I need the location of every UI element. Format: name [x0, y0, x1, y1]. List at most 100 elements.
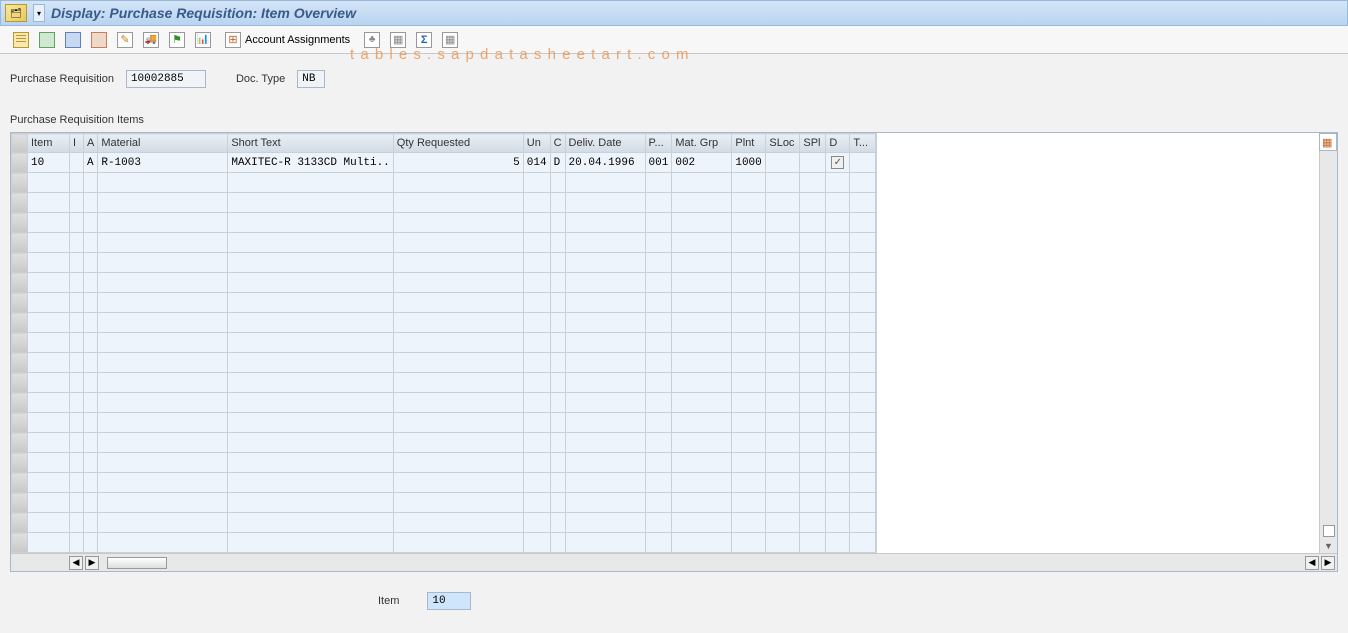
- cell-a: [84, 273, 98, 293]
- col-t[interactable]: T...: [850, 134, 876, 153]
- row-selector[interactable]: [12, 333, 28, 353]
- footer-item-input[interactable]: [427, 592, 471, 610]
- row-selector[interactable]: [12, 173, 28, 193]
- row-selector[interactable]: [12, 313, 28, 333]
- scroll-right-button[interactable]: ▶: [85, 556, 99, 570]
- col-d[interactable]: D: [826, 134, 850, 153]
- col-un[interactable]: Un: [523, 134, 550, 153]
- text-button[interactable]: [439, 30, 461, 50]
- row-selector[interactable]: [12, 253, 28, 273]
- table-row[interactable]: [12, 253, 876, 273]
- scroll-thumb[interactable]: [1323, 525, 1335, 537]
- cell-short-text: [228, 233, 393, 253]
- col-c[interactable]: C: [550, 134, 565, 153]
- pr-number-input[interactable]: [126, 70, 206, 88]
- table-row[interactable]: [12, 333, 876, 353]
- col-item[interactable]: Item: [28, 134, 70, 153]
- cell-d: [826, 193, 850, 213]
- row-selector[interactable]: [12, 293, 28, 313]
- cell-un: [523, 413, 550, 433]
- col-plnt[interactable]: Plnt: [732, 134, 766, 153]
- cell-material: [98, 173, 228, 193]
- scroll-left-end-button[interactable]: ◀: [1305, 556, 1319, 570]
- change-button[interactable]: [114, 30, 136, 50]
- col-deliv-date[interactable]: Deliv. Date: [565, 134, 645, 153]
- col-sloc[interactable]: SLoc: [766, 134, 800, 153]
- cell-d: [826, 213, 850, 233]
- checkbox-icon[interactable]: ✓: [831, 156, 844, 169]
- row-selector[interactable]: [12, 433, 28, 453]
- table-row[interactable]: [12, 233, 876, 253]
- cell-material: [98, 453, 228, 473]
- cell-c: D: [550, 153, 565, 173]
- scroll-left-button[interactable]: ◀: [69, 556, 83, 570]
- scroll-down-icon[interactable]: ▼: [1324, 541, 1333, 551]
- delivery-button[interactable]: [140, 30, 162, 50]
- cell-item: 10: [28, 153, 70, 173]
- statistics-button[interactable]: [192, 30, 214, 50]
- table-row[interactable]: [12, 493, 876, 513]
- account-assignments-button[interactable]: Account Assignments: [218, 30, 357, 50]
- titlebar-dropdown[interactable]: ▾: [33, 4, 45, 22]
- row-selector[interactable]: [12, 233, 28, 253]
- row-selector[interactable]: [12, 393, 28, 413]
- col-mat-grp[interactable]: Mat. Grp: [672, 134, 732, 153]
- col-short-text[interactable]: Short Text: [228, 134, 393, 153]
- table-row[interactable]: [12, 453, 876, 473]
- table-row[interactable]: [12, 433, 876, 453]
- col-spl[interactable]: SPl: [800, 134, 826, 153]
- table-row[interactable]: [12, 533, 876, 553]
- row-selector[interactable]: [12, 533, 28, 553]
- row-selector[interactable]: [12, 493, 28, 513]
- services-button[interactable]: [413, 30, 435, 50]
- row-selector[interactable]: [12, 413, 28, 433]
- row-selector[interactable]: [12, 473, 28, 493]
- details-button[interactable]: [10, 30, 32, 50]
- table-row[interactable]: [12, 173, 876, 193]
- row-selector[interactable]: [12, 273, 28, 293]
- cell-c: [550, 173, 565, 193]
- cell-spl: [800, 233, 826, 253]
- col-material[interactable]: Material: [98, 134, 228, 153]
- row-selector[interactable]: [12, 513, 28, 533]
- hscroll-thumb[interactable]: [107, 557, 167, 569]
- col-i[interactable]: I: [70, 134, 84, 153]
- col-qty[interactable]: Qty Requested: [393, 134, 523, 153]
- table-row[interactable]: [12, 313, 876, 333]
- table-row[interactable]: [12, 393, 876, 413]
- horizontal-scrollbar[interactable]: ◀ ▶ ◀ ▶: [11, 553, 1337, 571]
- table-row[interactable]: [12, 353, 876, 373]
- row-selector[interactable]: [12, 353, 28, 373]
- row-selector[interactable]: [12, 153, 28, 173]
- table-row[interactable]: [12, 513, 876, 533]
- table-row[interactable]: [12, 473, 876, 493]
- edit-button[interactable]: [88, 30, 110, 50]
- cell-sloc: [766, 393, 800, 413]
- cell-c: [550, 373, 565, 393]
- row-selector[interactable]: [12, 373, 28, 393]
- cell-a: [84, 213, 98, 233]
- doctype-input[interactable]: [297, 70, 325, 88]
- list-button[interactable]: [36, 30, 58, 50]
- table-row[interactable]: [12, 273, 876, 293]
- select-all-header[interactable]: [12, 134, 28, 153]
- col-a[interactable]: A: [84, 134, 98, 153]
- table-row[interactable]: [12, 373, 876, 393]
- table-row[interactable]: [12, 193, 876, 213]
- scroll-right-end-button[interactable]: ▶: [1321, 556, 1335, 570]
- table-row[interactable]: [12, 213, 876, 233]
- row-selector[interactable]: [12, 193, 28, 213]
- table-row[interactable]: [12, 413, 876, 433]
- row-selector[interactable]: [12, 213, 28, 233]
- overview-button[interactable]: [387, 30, 409, 50]
- row-selector[interactable]: [12, 453, 28, 473]
- table-config-button[interactable]: [1319, 133, 1337, 151]
- vertical-scrollbar[interactable]: ▲ ▼: [1319, 133, 1337, 553]
- release-button[interactable]: [166, 30, 188, 50]
- hierarchy-button[interactable]: [361, 30, 383, 50]
- cell-sloc: [766, 293, 800, 313]
- table-row[interactable]: [12, 293, 876, 313]
- table-row[interactable]: 10AR-1003MAXITEC-R 3133CD Multi..5014D20…: [12, 153, 876, 173]
- col-p[interactable]: P...: [645, 134, 672, 153]
- save-button[interactable]: [62, 30, 84, 50]
